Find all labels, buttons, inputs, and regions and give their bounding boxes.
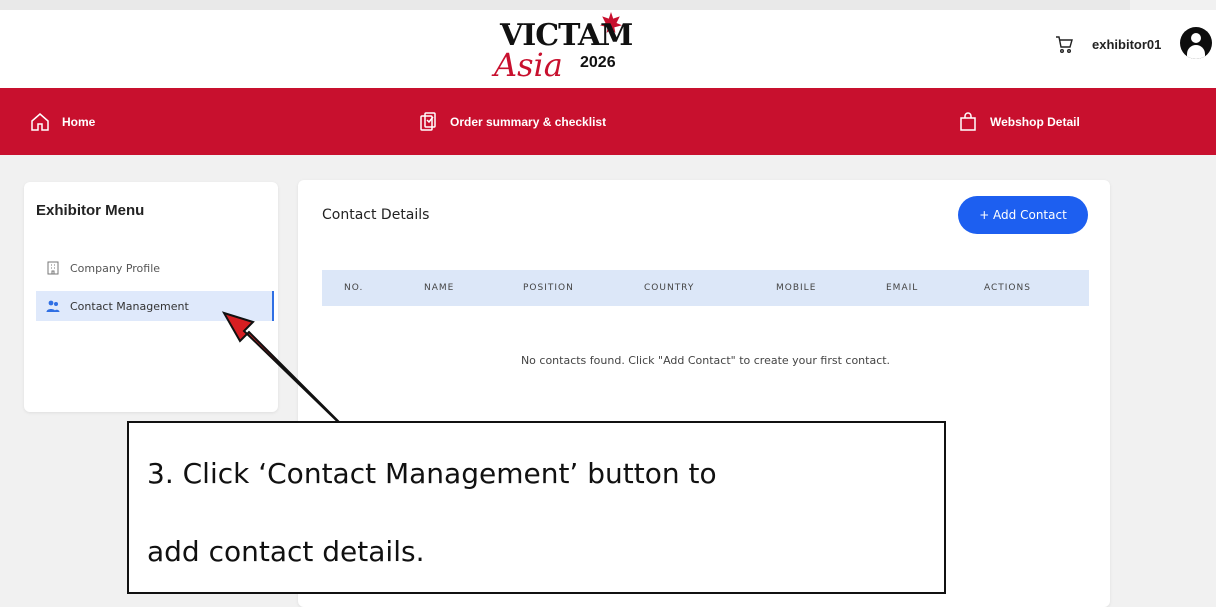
nav-webshop-detail-label: Webshop Detail xyxy=(990,114,1080,129)
nav-home-label: Home xyxy=(62,114,96,129)
nav-webshop-detail[interactable]: Webshop Detail xyxy=(958,88,1080,155)
column-header-country: COUNTRY xyxy=(644,283,695,293)
contacts-table-header: NO. NAME POSITION COUNTRY MOBILE EMAIL A… xyxy=(322,270,1089,306)
sidebar-item-company-profile[interactable]: Company Profile xyxy=(36,253,274,283)
building-icon xyxy=(47,261,59,275)
column-header-actions: ACTIONS xyxy=(984,283,1031,293)
sidebar-item-label: Contact Management xyxy=(70,299,189,313)
shopping-bag-icon xyxy=(960,111,976,131)
top-scroll-strip xyxy=(0,0,1130,10)
empty-state-message: No contacts found. Click "Add Contact" t… xyxy=(520,354,891,367)
logo-script: Asia xyxy=(494,46,563,84)
logo-year: 2026 xyxy=(580,54,616,71)
user-avatar-icon[interactable] xyxy=(1180,27,1212,59)
nav-order-summary[interactable]: Order summary & checklist xyxy=(418,88,606,155)
sidebar-item-label: Company Profile xyxy=(70,261,161,275)
add-contact-button[interactable]: + Add Contact xyxy=(958,196,1088,234)
username-label[interactable]: exhibitor01 xyxy=(1092,37,1161,52)
instruction-line-2: add contact details. xyxy=(147,535,425,568)
instruction-line-1: 3. Click ‘Contact Management’ button to xyxy=(147,457,717,490)
clipboard-icon xyxy=(420,111,436,131)
main-navbar: Home Order summary & checklist Webshop D… xyxy=(0,88,1216,155)
nav-home[interactable]: Home xyxy=(30,88,95,155)
column-header-email: EMAIL xyxy=(886,283,919,293)
users-icon xyxy=(46,300,60,312)
victam-asia-logo[interactable]: VICTAM Asia 2026 xyxy=(490,12,640,88)
exhibitor-menu-panel: Exhibitor Menu Company Profile Contact M… xyxy=(24,182,278,412)
cart-icon[interactable] xyxy=(1054,34,1074,54)
top-header: VICTAM Asia 2026 exhibitor01 xyxy=(0,10,1216,88)
instruction-callout: 3. Click ‘Contact Management’ button to … xyxy=(127,421,946,594)
column-header-position: POSITION xyxy=(523,283,574,293)
column-header-name: NAME xyxy=(424,283,455,293)
column-header-mobile: MOBILE xyxy=(776,283,817,293)
column-header-no: NO. xyxy=(344,283,364,293)
home-icon xyxy=(31,112,49,131)
exhibitor-menu-title: Exhibitor Menu xyxy=(36,202,145,219)
sidebar-item-contact-management[interactable]: Contact Management xyxy=(36,291,274,321)
page-title: Contact Details xyxy=(322,207,430,223)
nav-order-summary-label: Order summary & checklist xyxy=(450,114,607,129)
